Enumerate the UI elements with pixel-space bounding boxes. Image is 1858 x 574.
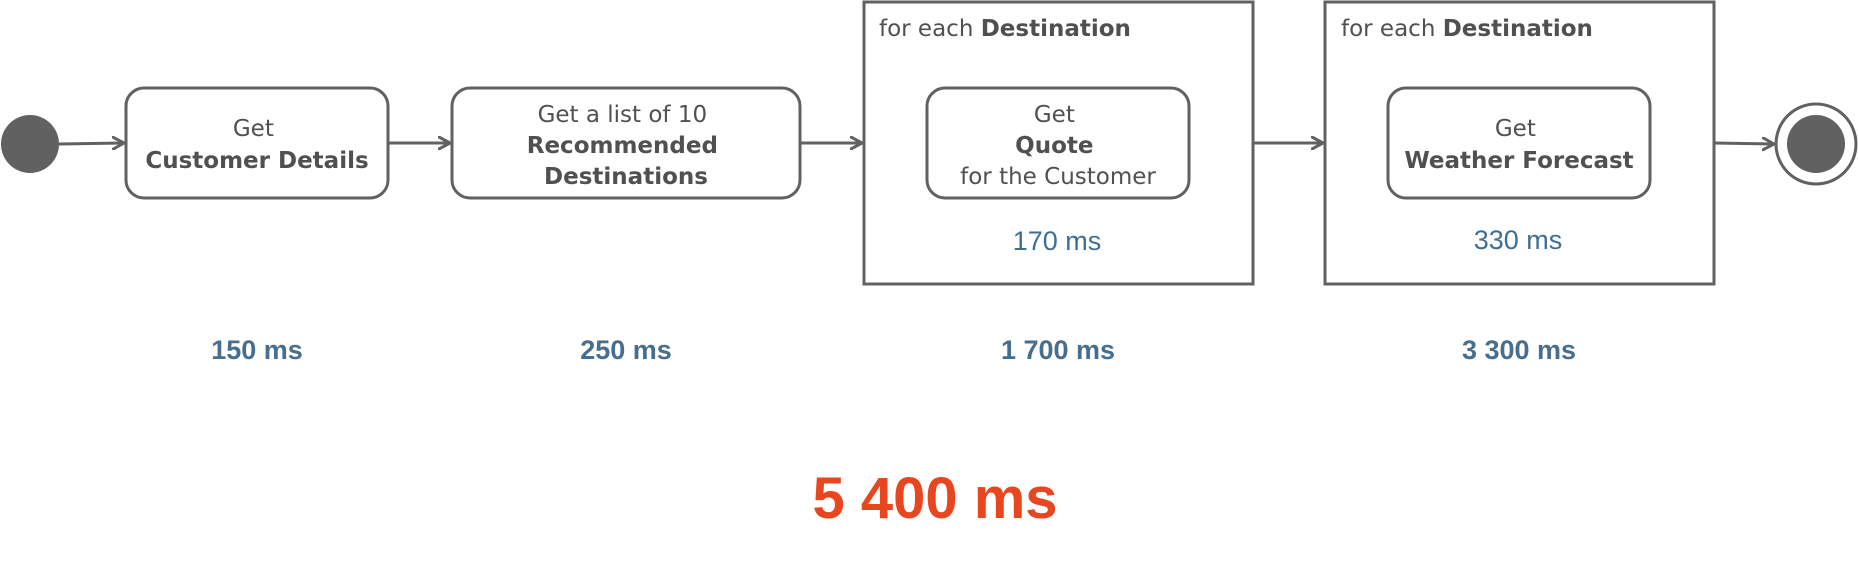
edge-weather-loop-to-end xyxy=(1713,143,1774,144)
step-time-destinations: 250 ms xyxy=(580,335,672,365)
total-time: 5 400 ms xyxy=(812,466,1057,531)
action-line: Get xyxy=(1495,116,1536,142)
loop-keyword: Destination xyxy=(1443,16,1593,42)
action-line: for the Customer xyxy=(960,164,1156,190)
loop-prefix: for each xyxy=(879,16,981,42)
inner-time-weather: 330 ms xyxy=(1474,225,1563,255)
action-line: Destinations xyxy=(544,164,708,190)
action-line: Get a list of 10 xyxy=(538,102,708,128)
loop-label: for each Destination xyxy=(1341,16,1593,42)
step-time-customer-details: 150 ms xyxy=(211,335,303,365)
svg-text:Get a list of 10 Recommend: Get a list of 10 Recommended Destination… xyxy=(527,102,726,190)
action-line: Customer Details xyxy=(145,148,368,174)
loop-label: for each Destination xyxy=(879,16,1131,42)
step-time-quote: 1 700 ms xyxy=(1001,335,1115,365)
action-line: Get xyxy=(1034,102,1075,128)
loop-prefix: for each xyxy=(1341,16,1443,42)
action-line: Get xyxy=(233,116,274,142)
activity-diagram: Get Customer Details Get a list of 10 Re… xyxy=(1,0,1858,531)
action-get-weather-forecast xyxy=(1386,86,1652,200)
action-line: Quote xyxy=(1015,133,1093,159)
inner-time-quote: 170 ms xyxy=(1013,226,1102,256)
action-get-customer-details xyxy=(124,86,390,200)
action-line: Weather Forecast xyxy=(1404,148,1633,174)
loop-keyword: Destination xyxy=(981,16,1131,42)
final-node xyxy=(1787,115,1845,173)
action-line: Recommended xyxy=(527,133,718,159)
step-time-weather: 3 300 ms xyxy=(1462,335,1576,365)
initial-node xyxy=(1,115,59,173)
edge-start-to-customer-details xyxy=(58,143,124,144)
